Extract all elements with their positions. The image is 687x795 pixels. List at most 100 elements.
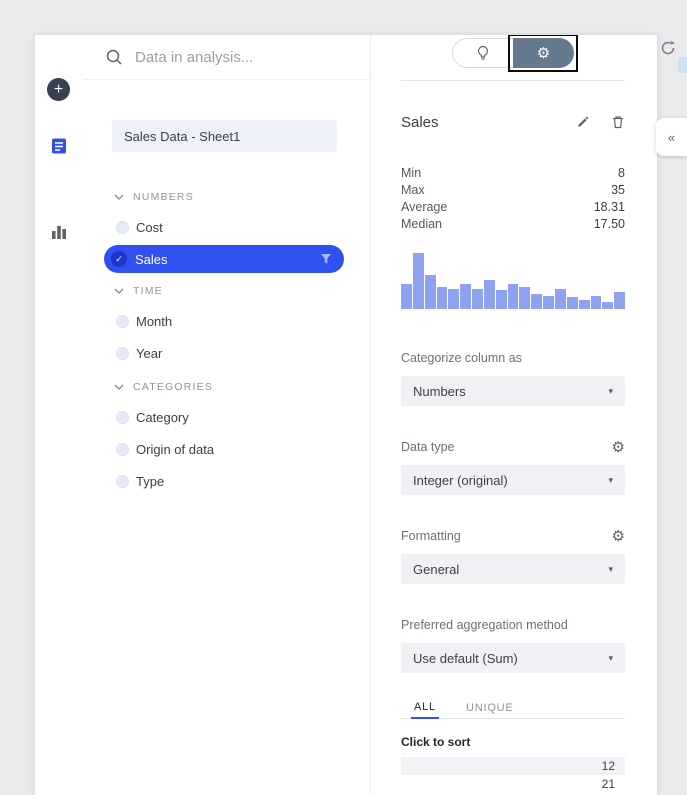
field-label: Categorize column as [401,351,522,365]
aggregation-dropdown[interactable]: Use default (Sum) ▾ [401,643,625,673]
data-table-item[interactable]: Sales Data - Sheet1 [112,120,337,152]
refresh-icon[interactable] [659,39,677,57]
column-title: Sales [401,114,439,131]
stat-row-min: Min 8 [401,164,625,181]
histogram-bar [484,280,495,309]
categorize-dropdown[interactable]: Numbers ▾ [401,376,625,406]
filter-icon[interactable] [320,253,332,265]
column-dot-icon [116,411,129,424]
histogram-bar [602,302,613,309]
bar-chart-icon[interactable] [49,222,69,242]
value-distribution-histogram [401,251,625,309]
field-label: Data type [401,440,455,454]
data-table-name: Sales Data - Sheet1 [124,129,240,144]
collapse-panel-button[interactable]: « [656,118,687,156]
formatting-label-row: Formatting ⚙ [401,529,625,543]
gear-icon[interactable]: ⚙ [612,440,625,455]
data-type-dropdown[interactable]: Integer (original) ▾ [401,465,625,495]
lightbulb-icon [475,45,491,61]
histogram-bar [567,297,578,309]
section-label: CATEGORIES [133,381,213,393]
column-label: Type [136,474,164,489]
data-panel: Sales Data - Sheet1 NUMBERS Cost ✓ Sales [83,35,371,795]
value-row[interactable]: 21 [401,775,625,793]
stat-value: 8 [618,166,625,180]
section-time[interactable]: TIME [83,277,370,305]
histogram-bar [591,296,602,309]
app-window: + [35,35,657,795]
histogram-bar [437,287,448,309]
histogram-bar [401,284,412,309]
column-label: Category [136,410,189,425]
section-label: TIME [133,285,163,297]
stat-value: 35 [611,183,625,197]
column-item-type[interactable]: Type [83,465,370,497]
histogram-bar [519,287,530,309]
data-in-analysis-icon[interactable] [49,136,69,156]
search-input[interactable] [135,49,354,66]
divider [401,80,625,81]
dropdown-value: Numbers [413,384,466,399]
histogram-bar [579,300,590,309]
column-label: Cost [136,220,163,235]
caret-down-icon: ▾ [608,564,613,575]
stat-row-average: Average 18.31 [401,198,625,215]
stat-value: 17.50 [594,217,625,231]
value-row[interactable]: 12 [401,757,625,775]
chevron-down-icon [114,384,124,390]
column-item-year[interactable]: Year [83,337,370,369]
sort-header[interactable]: Click to sort [401,735,625,749]
histogram-bar [425,275,436,309]
gear-icon[interactable]: ⚙ [612,529,625,544]
stat-label: Average [401,200,447,214]
histogram-bar [460,284,471,309]
dropdown-value: Use default (Sum) [413,651,518,666]
delete-icon[interactable] [611,115,625,129]
section-label: NUMBERS [133,191,194,203]
column-list: NUMBERS Cost ✓ Sales [83,183,370,497]
field-label: Formatting [401,529,461,543]
column-title-row: Sales [401,111,625,133]
histogram-bar [543,296,554,309]
dropdown-value: Integer (original) [413,473,508,488]
chevron-down-icon [114,288,124,294]
data-type-label-row: Data type ⚙ [401,440,625,454]
caret-down-icon: ▾ [608,653,613,664]
field-label: Preferred aggregation method [401,618,568,632]
column-item-month[interactable]: Month [83,305,370,337]
panel-mode-toggle: ⚙ [452,38,574,68]
stat-label: Median [401,217,442,231]
stat-label: Min [401,166,421,180]
search-bar [83,35,370,80]
add-button[interactable]: + [47,78,70,101]
column-item-category[interactable]: Category [83,401,370,433]
column-statistics: Min 8 Max 35 Average 18.31 Median 17.50 [401,164,625,232]
section-categories[interactable]: CATEGORIES [83,373,370,401]
gear-icon: ⚙ [537,44,550,62]
stat-row-median: Median 17.50 [401,215,625,232]
edit-icon[interactable] [576,115,590,129]
histogram-bar [472,289,483,309]
values-tabs: ALL UNIQUE [401,697,625,719]
recommendations-toggle-button[interactable] [452,38,513,68]
formatting-dropdown[interactable]: General ▾ [401,554,625,584]
chevron-down-icon [114,194,124,200]
tab-unique[interactable]: UNIQUE [463,697,517,718]
column-item-sales-selected[interactable]: ✓ Sales [104,245,344,273]
aggregation-label-row: Preferred aggregation method [401,618,625,632]
section-numbers[interactable]: NUMBERS [83,183,370,211]
tab-all[interactable]: ALL [411,697,439,719]
left-toolbar: + [35,35,83,795]
histogram-bar [531,294,542,309]
column-properties-panel: ⚙ Sales [372,35,657,795]
column-item-origin-of-data[interactable]: Origin of data [83,433,370,465]
column-label: Sales [135,252,312,267]
histogram-bar [555,289,566,309]
collapse-icon: « [668,130,675,145]
column-dot-icon [116,315,129,328]
histogram-bar [614,292,625,309]
stat-value: 18.31 [594,200,625,214]
column-item-cost[interactable]: Cost [83,211,370,243]
cropped-ui-fragment [678,57,687,73]
properties-toggle-button[interactable]: ⚙ [513,38,574,68]
